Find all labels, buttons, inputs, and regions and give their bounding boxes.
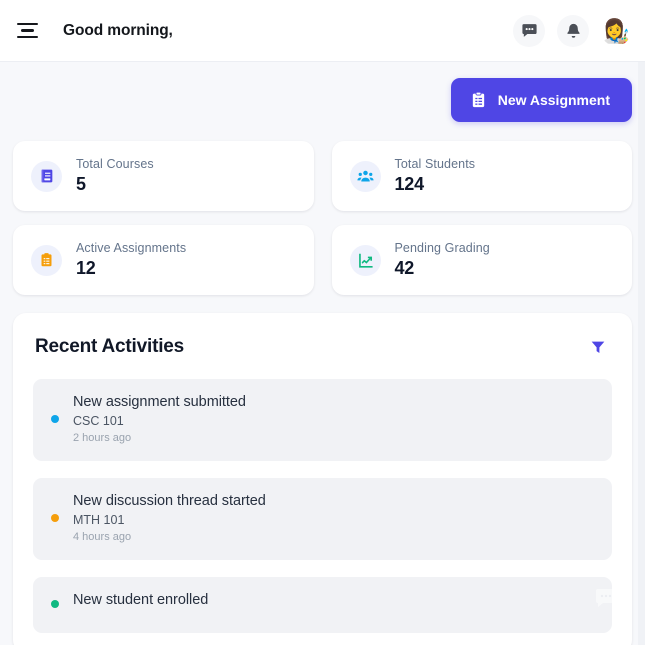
book-icon [41, 169, 52, 183]
activity-body: New student enrolled [73, 592, 208, 616]
stat-icon-wrap [349, 244, 381, 276]
messages-button[interactable] [513, 14, 545, 47]
stat-icon-wrap [31, 160, 62, 192]
stat-text: Active Assignments 12 [76, 241, 186, 279]
stat-card-total-courses[interactable]: Total Courses 5 [13, 141, 314, 211]
stat-icon-wrap [349, 160, 381, 192]
activity-title: New assignment submitted [73, 394, 246, 410]
stat-label: Pending Grading [394, 241, 490, 255]
stat-label: Total Students [394, 157, 476, 171]
stat-label: Total Courses [76, 157, 154, 171]
stat-icon-wrap [31, 244, 62, 276]
activity-item[interactable]: New assignment submitted CSC 101 2 hours… [33, 379, 612, 461]
hamburger-line [20, 29, 34, 32]
stat-value: 124 [394, 174, 425, 194]
chat-bubble-icon [596, 589, 616, 607]
users-icon [356, 170, 374, 181]
bell-icon [566, 23, 580, 38]
clipboard-list-icon [41, 253, 52, 267]
filter-icon [591, 341, 605, 353]
hamburger-line [16, 35, 38, 39]
user-avatar[interactable]: 👩‍🎨 [601, 16, 631, 46]
activity-body: New discussion thread started MTH 101 4 … [73, 493, 266, 543]
vertical-scrollbar[interactable] [638, 62, 645, 645]
stat-card-active-assignments[interactable]: Active Assignments 12 [13, 225, 314, 295]
topbar-actions: 👩‍🎨 [513, 14, 631, 47]
activity-body: New assignment submitted CSC 101 2 hours… [73, 394, 246, 444]
activity-course: MTH 101 [73, 513, 125, 527]
activity-item[interactable]: New student enrolled [33, 577, 612, 633]
stat-value: 42 [394, 258, 415, 278]
activity-title: New student enrolled [73, 592, 209, 608]
stat-text: Total Courses 5 [76, 157, 154, 195]
page-content: New Assignment Total Courses 5 Total Stu… [0, 62, 645, 645]
activity-course: CSC 101 [73, 414, 124, 428]
chat-bubble-icon [521, 24, 537, 37]
greeting-text: Good morning, [63, 21, 173, 39]
new-assignment-button[interactable]: New Assignment [450, 78, 632, 122]
panel-title: Recent Activities [35, 336, 185, 357]
activity-time: 4 hours ago [73, 531, 132, 543]
clipboard-icon [472, 91, 484, 108]
filter-button[interactable] [586, 335, 610, 359]
stat-value: 12 [76, 258, 96, 278]
status-dot [51, 415, 59, 423]
activity-title: New discussion thread started [73, 493, 266, 509]
new-assignment-label: New Assignment [497, 92, 610, 108]
primary-action-row: New Assignment [13, 78, 632, 122]
stat-card-total-students[interactable]: Total Students 124 [331, 141, 632, 211]
activity-list: New assignment submitted CSC 101 2 hours… [33, 379, 612, 633]
notifications-button[interactable] [557, 14, 589, 47]
stat-label: Active Assignments [76, 241, 187, 255]
activity-time: 2 hours ago [73, 432, 132, 444]
stat-text: Pending Grading 42 [395, 241, 490, 279]
hamburger-menu-icon[interactable] [12, 16, 42, 46]
status-dot [51, 514, 59, 522]
stats-grid: Total Courses 5 Total Students 124 Activ… [13, 141, 632, 295]
hamburger-line [16, 22, 38, 26]
chart-line-icon [358, 253, 373, 268]
activity-item[interactable]: New discussion thread started MTH 101 4 … [33, 478, 612, 560]
top-app-bar: Good morning, 👩‍🎨 [0, 0, 645, 62]
recent-activities-panel: Recent Activities New assignment submitt… [13, 313, 632, 645]
status-dot [51, 600, 59, 608]
stat-value: 5 [76, 174, 86, 194]
panel-header: Recent Activities [33, 335, 612, 359]
chat-support-button[interactable] [593, 585, 619, 611]
stat-text: Total Students 124 [395, 157, 476, 195]
stat-card-pending-grading[interactable]: Pending Grading 42 [331, 225, 632, 295]
